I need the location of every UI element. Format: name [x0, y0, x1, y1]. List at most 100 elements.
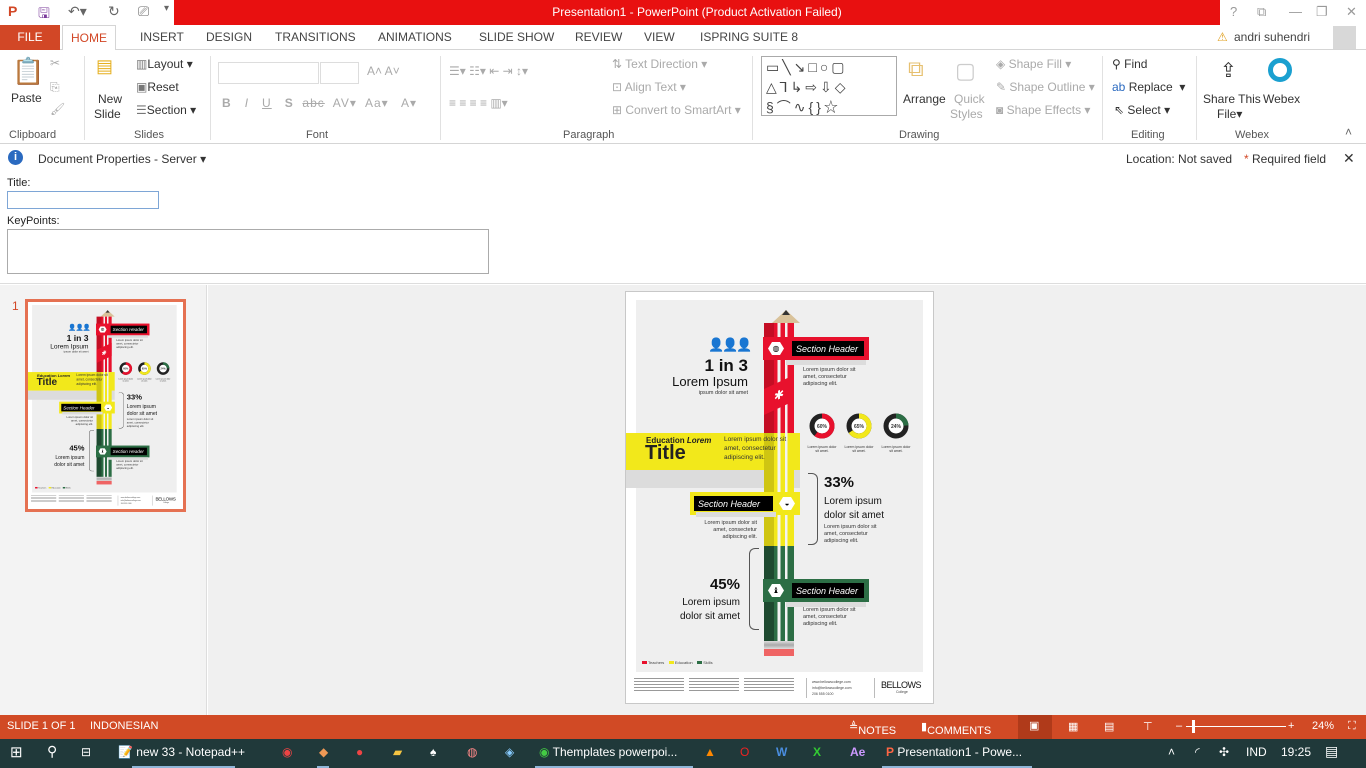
tab-slide-show[interactable]: SLIDE SHOW: [471, 25, 562, 50]
shapes-gallery[interactable]: ▭╲↘□○▢ △⅂↳⇨⇩◇ §⌒∿{}☆: [761, 56, 897, 116]
windows-start-icon[interactable]: ⊞: [10, 743, 23, 761]
customize-qat-icon[interactable]: ▾: [164, 3, 169, 14]
new-slide-button-2[interactable]: Slide: [94, 107, 121, 121]
app-icon-2[interactable]: ●: [356, 745, 363, 759]
clock[interactable]: 19:25: [1281, 745, 1311, 759]
tab-ispring[interactable]: ISPRING SUITE 8: [692, 25, 806, 50]
slide-thumbnail-1[interactable]: ✱ 👤👤👤 1 in 3 Lorem Ipsum ipsum dolor sit…: [25, 299, 186, 512]
tab-transitions[interactable]: TRANSITIONS: [267, 25, 364, 50]
shape-outline-button[interactable]: ✎ Shape Outline ▾: [996, 80, 1095, 94]
undo-icon[interactable]: ↶▾: [68, 3, 87, 20]
redo-icon[interactable]: ↻: [108, 3, 120, 20]
section-button[interactable]: ☰ Section ▾: [136, 103, 196, 117]
action-center-icon[interactable]: ▤: [1325, 743, 1338, 760]
share-file-icon[interactable]: ⇪: [1220, 58, 1237, 83]
tab-file[interactable]: FILE: [0, 25, 60, 50]
cut-icon[interactable]: ✂: [50, 56, 60, 70]
chrome-canary-icon[interactable]: ◉: [282, 745, 292, 759]
input-language[interactable]: IND: [1246, 745, 1267, 759]
bullets-icon[interactable]: ☰▾ ☷▾ ⇤ ⇥ ↕▾: [449, 64, 528, 78]
paste-icon[interactable]: 📋: [12, 56, 44, 87]
webex-icon[interactable]: [1268, 58, 1292, 82]
reading-view-icon[interactable]: ▤: [1104, 720, 1114, 733]
ribbon-display-icon[interactable]: ⧉: [1257, 4, 1266, 20]
task-view-icon[interactable]: ⊟: [81, 745, 91, 759]
vlc-icon[interactable]: ▲: [704, 745, 716, 759]
tab-design[interactable]: DESIGN: [198, 25, 260, 50]
new-slide-icon[interactable]: ▤: [96, 56, 113, 77]
zoom-out-button[interactable]: –: [1176, 720, 1182, 732]
tab-review[interactable]: REVIEW: [567, 25, 630, 50]
slide-sorter-icon[interactable]: ▦: [1068, 720, 1078, 733]
close-docprops-icon[interactable]: ✕: [1343, 150, 1355, 167]
arrange-button[interactable]: Arrange: [903, 92, 946, 106]
docprops-title[interactable]: Document Properties - Server ▾: [38, 152, 206, 166]
present-icon[interactable]: ⎚: [138, 3, 149, 20]
slideshow-view-icon[interactable]: ⊤: [1143, 720, 1153, 733]
search-icon[interactable]: ⚲: [47, 743, 57, 760]
zoom-slider[interactable]: [1186, 726, 1286, 727]
copy-icon[interactable]: ⎘: [50, 80, 60, 95]
zoom-slider-thumb[interactable]: [1192, 720, 1195, 733]
user-name[interactable]: andri suhendri: [1234, 30, 1310, 44]
replace-button[interactable]: ab Replace ▾: [1112, 80, 1185, 94]
minimize-icon[interactable]: —: [1289, 4, 1302, 19]
reset-button[interactable]: ▣ Reset: [136, 80, 179, 94]
fit-slide-icon[interactable]: ⛶: [1348, 720, 1356, 733]
collapse-ribbon-icon[interactable]: ˄: [1345, 125, 1352, 139]
file-explorer-icon[interactable]: ▰: [393, 745, 402, 759]
tab-view[interactable]: VIEW: [636, 25, 683, 50]
paste-button[interactable]: Paste: [11, 91, 42, 105]
taskbar-chrome[interactable]: ◉ Themplates powerpoi...: [539, 745, 677, 759]
keypoints-field[interactable]: [7, 229, 489, 274]
after-effects-icon[interactable]: Ae: [850, 745, 865, 759]
shape-fill-button[interactable]: ◈ Shape Fill ▾: [996, 57, 1071, 71]
zoom-level[interactable]: 24%: [1312, 720, 1334, 732]
font-name-input[interactable]: [218, 62, 319, 84]
opera-icon[interactable]: O: [740, 745, 749, 759]
restore-icon[interactable]: ❐: [1316, 4, 1328, 20]
shape-effects-button[interactable]: ◙ Shape Effects ▾: [996, 103, 1090, 117]
slide-canvas[interactable]: ✱ 👤👤👤 1 in 3 Lorem Ipsum ipsum dolor sit…: [625, 291, 934, 704]
text-direction-button[interactable]: ⇅ Text Direction ▾: [612, 57, 707, 71]
tab-home[interactable]: HOME: [62, 25, 116, 51]
notes-button[interactable]: ≜ NOTES: [849, 720, 896, 737]
comments-button[interactable]: ▮ COMMENTS: [921, 720, 991, 737]
close-icon[interactable]: ✕: [1346, 4, 1357, 20]
excel-icon[interactable]: X: [813, 745, 821, 759]
app-icon-4[interactable]: ◈: [505, 745, 514, 759]
show-hidden-icons[interactable]: ˄: [1168, 745, 1175, 759]
tab-animations[interactable]: ANIMATIONS: [370, 25, 460, 50]
tab-insert[interactable]: INSERT: [132, 25, 192, 50]
share-file-button[interactable]: Share This: [1203, 92, 1261, 106]
align-text-button[interactable]: ⊡ Align Text ▾: [612, 80, 686, 94]
app-icon-3[interactable]: ◍: [467, 745, 477, 759]
arrange-icon[interactable]: ⧉: [908, 56, 924, 82]
find-button[interactable]: ⚲ Find: [1112, 57, 1147, 71]
save-icon[interactable]: 🖫: [38, 3, 50, 27]
language-indicator[interactable]: INDONESIAN: [90, 720, 158, 732]
new-slide-button[interactable]: New: [98, 92, 122, 106]
share-file-button-2[interactable]: File▾: [1217, 107, 1242, 121]
wifi-icon[interactable]: ◜: [1195, 745, 1200, 759]
avatar[interactable]: [1333, 26, 1356, 49]
layout-button[interactable]: ▥ Layout ▾: [136, 57, 193, 71]
app-icon[interactable]: ◆: [319, 745, 328, 759]
font-size-input[interactable]: [320, 62, 359, 84]
quick-styles-icon[interactable]: ▢: [955, 58, 976, 84]
taskbar-notepad[interactable]: 📝 new 33 - Notepad++: [118, 745, 245, 759]
zoom-in-button[interactable]: +: [1288, 720, 1294, 732]
quick-styles-button-2[interactable]: Styles: [950, 107, 983, 121]
convert-smartart-button[interactable]: ⊞ Convert to SmartArt ▾: [612, 103, 741, 117]
format-painter-icon[interactable]: 🖌: [50, 102, 65, 116]
taskbar-powerpoint[interactable]: P Presentation1 - Powe...: [886, 745, 1022, 759]
align-icons[interactable]: ≡ ≡ ≡ ≡ ▥▾: [449, 96, 508, 110]
word-icon[interactable]: W: [776, 745, 787, 759]
select-button[interactable]: ⇖ Select ▾: [1114, 103, 1170, 117]
font-grow-icon[interactable]: A˄ A˅: [367, 64, 400, 78]
network-icon[interactable]: ✣: [1219, 745, 1229, 759]
help-icon[interactable]: ?: [1230, 4, 1237, 19]
webex-button[interactable]: Webex: [1263, 92, 1300, 106]
font-format-buttons[interactable]: B I U S abc AV▾ Aa▾ A▾: [222, 96, 417, 110]
inkscape-icon[interactable]: ♠: [430, 745, 436, 759]
